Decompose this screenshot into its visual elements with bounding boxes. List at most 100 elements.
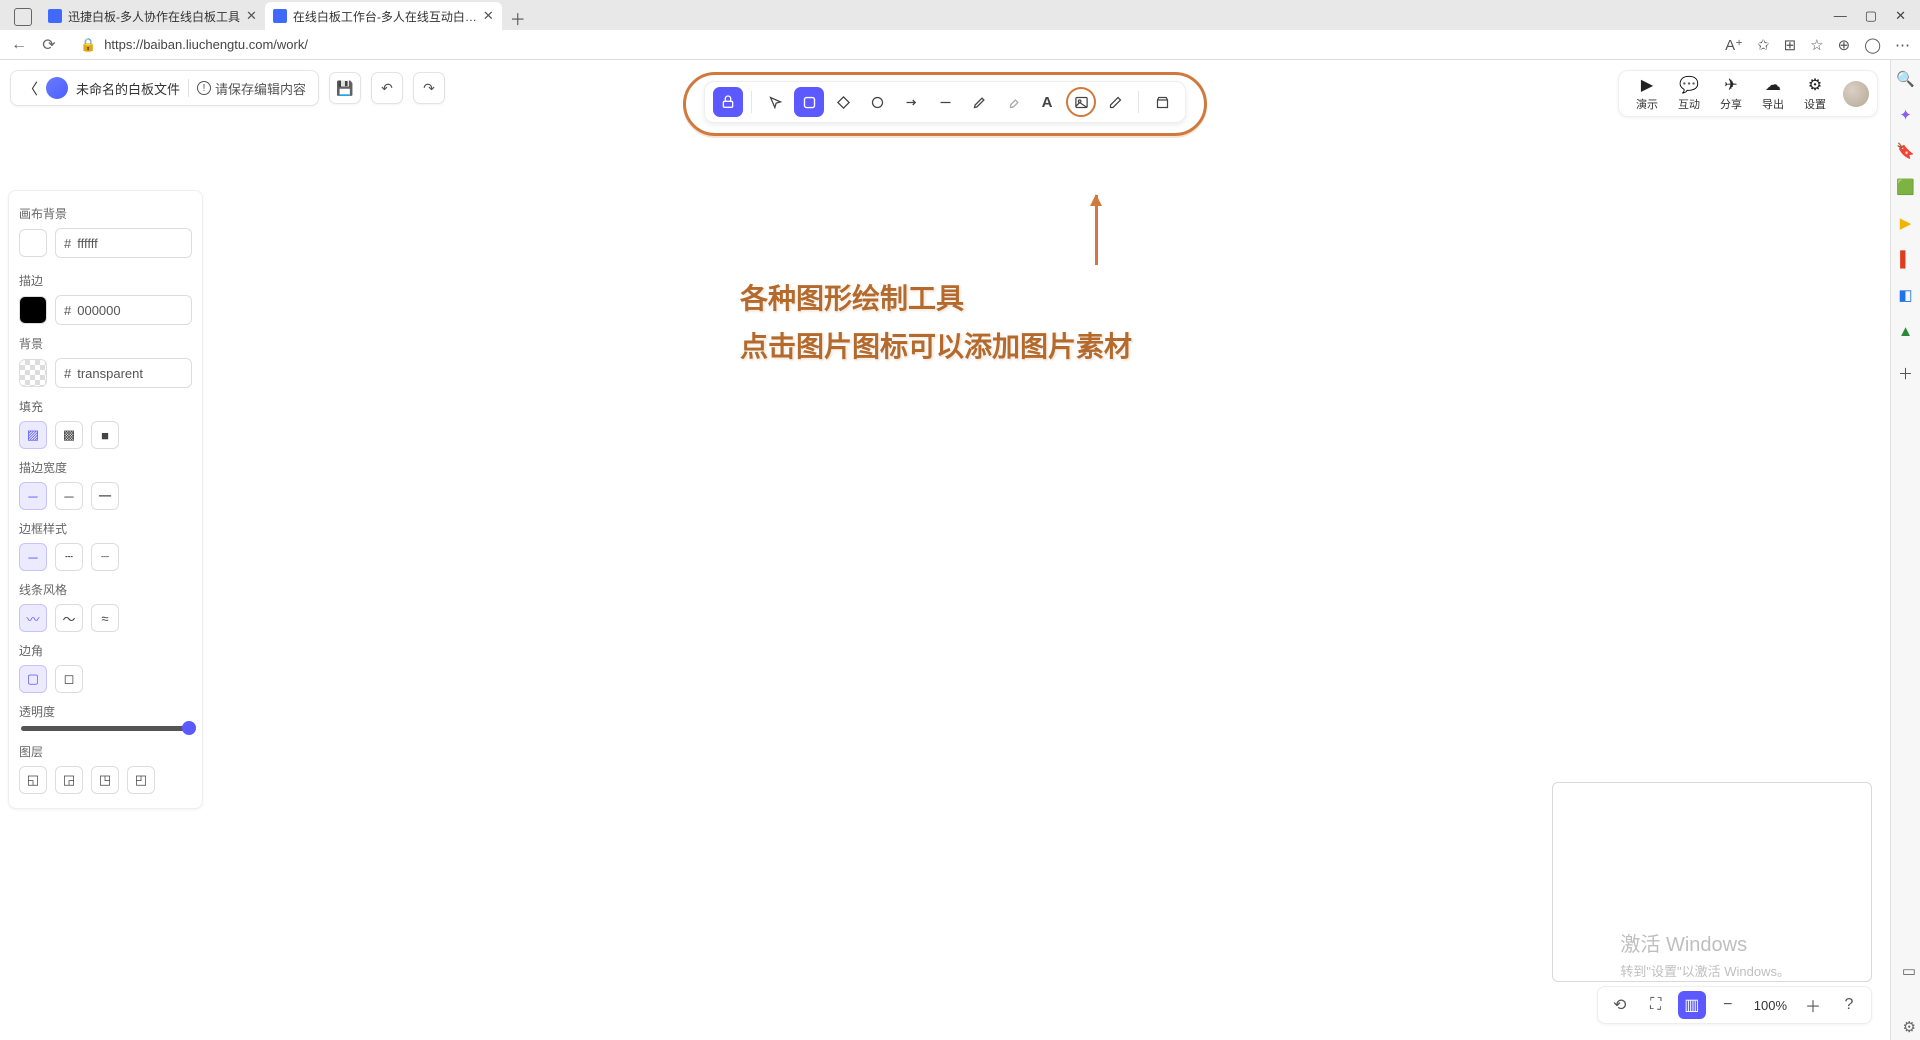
cursor-tool[interactable]: [760, 87, 790, 117]
play-icon: ▶: [1641, 75, 1653, 95]
extension-icon[interactable]: ⊞: [1784, 36, 1797, 54]
lock-icon: 🔒: [80, 37, 96, 53]
fullscreen-icon[interactable]: ⛶: [1642, 991, 1670, 1019]
corner-sharp[interactable]: ▢: [19, 665, 47, 693]
marker-tool[interactable]: [998, 87, 1028, 117]
tab-favicon: [273, 9, 287, 23]
nav-back-icon[interactable]: ←: [10, 36, 28, 54]
zoom-in-icon[interactable]: ＋: [1799, 991, 1827, 1019]
games-icon[interactable]: ▶: [1897, 214, 1915, 232]
canvas-bg-input[interactable]: #ffffff: [55, 228, 192, 258]
fill-label: 填充: [19, 398, 192, 415]
line-tool[interactable]: [930, 87, 960, 117]
layer-back[interactable]: ◱: [19, 766, 47, 794]
tag-icon[interactable]: 🔖: [1897, 142, 1915, 160]
collections-icon[interactable]: ⊕: [1838, 36, 1851, 54]
line-smooth[interactable]: ～: [55, 604, 83, 632]
profile-icon[interactable]: ◯: [1864, 36, 1881, 54]
stroke-label: 描边: [19, 272, 192, 289]
zoom-value: 100%: [1750, 998, 1791, 1013]
save-button[interactable]: 💾: [329, 72, 361, 104]
add-sidebar-icon[interactable]: ＋: [1897, 364, 1915, 382]
star-favorite-icon[interactable]: ✩: [1757, 36, 1770, 54]
feedback-icon[interactable]: ▭: [1902, 962, 1916, 980]
save-hint: 请保存编辑内容: [215, 79, 306, 98]
filename[interactable]: 未命名的白板文件: [76, 79, 180, 98]
stroke-width-label: 描边宽度: [19, 459, 192, 476]
sparkle-icon[interactable]: ✦: [1897, 106, 1915, 124]
reset-view-icon[interactable]: ⟲: [1606, 991, 1634, 1019]
tab-bar: 迅捷白板-多人协作在线白板工具 ✕ 在线白板工作台-多人在线互动白… ✕ ＋ —…: [0, 0, 1920, 30]
tab-close-icon[interactable]: ✕: [483, 8, 494, 24]
interact-button[interactable]: 💬互动: [1669, 75, 1709, 112]
arrow-tool[interactable]: [896, 87, 926, 117]
corner-round[interactable]: ◻: [55, 665, 83, 693]
properties-panel: 画布背景 #ffffff 描边 #000000 背景 #transparent …: [8, 190, 203, 809]
fill-hachure[interactable]: ▨: [19, 421, 47, 449]
present-button[interactable]: ▶演示: [1627, 75, 1667, 112]
favorites-icon[interactable]: ☆: [1810, 36, 1823, 54]
redo-button[interactable]: ↷: [413, 72, 445, 104]
border-solid[interactable]: ─: [19, 543, 47, 571]
nav-refresh-icon[interactable]: ⟳: [40, 36, 58, 54]
layer-front[interactable]: ◰: [127, 766, 155, 794]
diamond-tool[interactable]: [828, 87, 858, 117]
office-icon[interactable]: ▌: [1897, 250, 1915, 268]
stroke-thin[interactable]: ─: [19, 482, 47, 510]
tab-overview-button[interactable]: [14, 8, 32, 26]
browser-tab-2[interactable]: 在线白板工作台-多人在线互动白… ✕: [265, 2, 502, 30]
outlook-icon[interactable]: ◧: [1897, 286, 1915, 304]
bg-input[interactable]: #transparent: [55, 358, 192, 388]
border-dotted[interactable]: ┈: [91, 543, 119, 571]
text-tool[interactable]: A: [1032, 87, 1062, 117]
settings-button[interactable]: ⚙设置: [1795, 75, 1835, 112]
edge-settings-icon[interactable]: ⚙: [1903, 1018, 1916, 1036]
tab-favicon: [48, 9, 62, 23]
image-tool[interactable]: [1066, 87, 1096, 117]
circle-tool[interactable]: [862, 87, 892, 117]
address-bar[interactable]: 🔒 https://baiban.liuchengtu.com/work/: [70, 33, 1713, 57]
search-icon[interactable]: 🔍: [1897, 70, 1915, 88]
stroke-thick[interactable]: ─: [91, 482, 119, 510]
bg-swatch[interactable]: [19, 359, 47, 387]
browser-tab-1[interactable]: 迅捷白板-多人协作在线白板工具 ✕: [40, 2, 265, 30]
fill-cross[interactable]: ▩: [55, 421, 83, 449]
window-maximize-icon[interactable]: ▢: [1865, 8, 1877, 24]
help-icon[interactable]: ?: [1835, 991, 1863, 1019]
eraser-tool[interactable]: [1100, 87, 1130, 117]
new-tab-button[interactable]: ＋: [506, 6, 530, 30]
window-close-icon[interactable]: ✕: [1895, 8, 1906, 24]
avatar[interactable]: [1843, 81, 1869, 107]
window-minimize-icon[interactable]: —: [1834, 8, 1847, 24]
back-icon[interactable]: 〈: [23, 78, 38, 99]
tree-icon[interactable]: ▲: [1897, 322, 1915, 340]
more-menu-icon[interactable]: ⋯: [1895, 36, 1910, 54]
stroke-med[interactable]: ─: [55, 482, 83, 510]
export-button[interactable]: ☁导出: [1753, 75, 1793, 112]
opacity-slider[interactable]: [21, 726, 190, 731]
read-aloud-icon[interactable]: A⁺: [1725, 36, 1743, 54]
lock-tool[interactable]: [713, 87, 743, 117]
line-sketch[interactable]: 〰: [19, 604, 47, 632]
corner-label: 边角: [19, 642, 192, 659]
stroke-swatch[interactable]: [19, 296, 47, 324]
layer-backward[interactable]: ◲: [55, 766, 83, 794]
gear-icon: ⚙: [1808, 75, 1822, 95]
undo-button[interactable]: ↶: [371, 72, 403, 104]
rect-tool[interactable]: [794, 87, 824, 117]
zoom-out-icon[interactable]: −: [1714, 991, 1742, 1019]
slider-thumb[interactable]: [182, 721, 196, 735]
store-icon[interactable]: 🟩: [1897, 178, 1915, 196]
library-tool[interactable]: [1147, 87, 1177, 117]
minimap-toggle-icon[interactable]: ▥: [1678, 991, 1706, 1019]
canvas-bg-swatch[interactable]: [19, 229, 47, 257]
tab-close-icon[interactable]: ✕: [246, 8, 257, 24]
share-icon: ✈: [1724, 75, 1737, 95]
stroke-input[interactable]: #000000: [55, 295, 192, 325]
line-wave[interactable]: ≈: [91, 604, 119, 632]
fill-solid[interactable]: ■: [91, 421, 119, 449]
share-button[interactable]: ✈分享: [1711, 75, 1751, 112]
layer-forward[interactable]: ◳: [91, 766, 119, 794]
pencil-tool[interactable]: [964, 87, 994, 117]
border-dashed[interactable]: ┄: [55, 543, 83, 571]
